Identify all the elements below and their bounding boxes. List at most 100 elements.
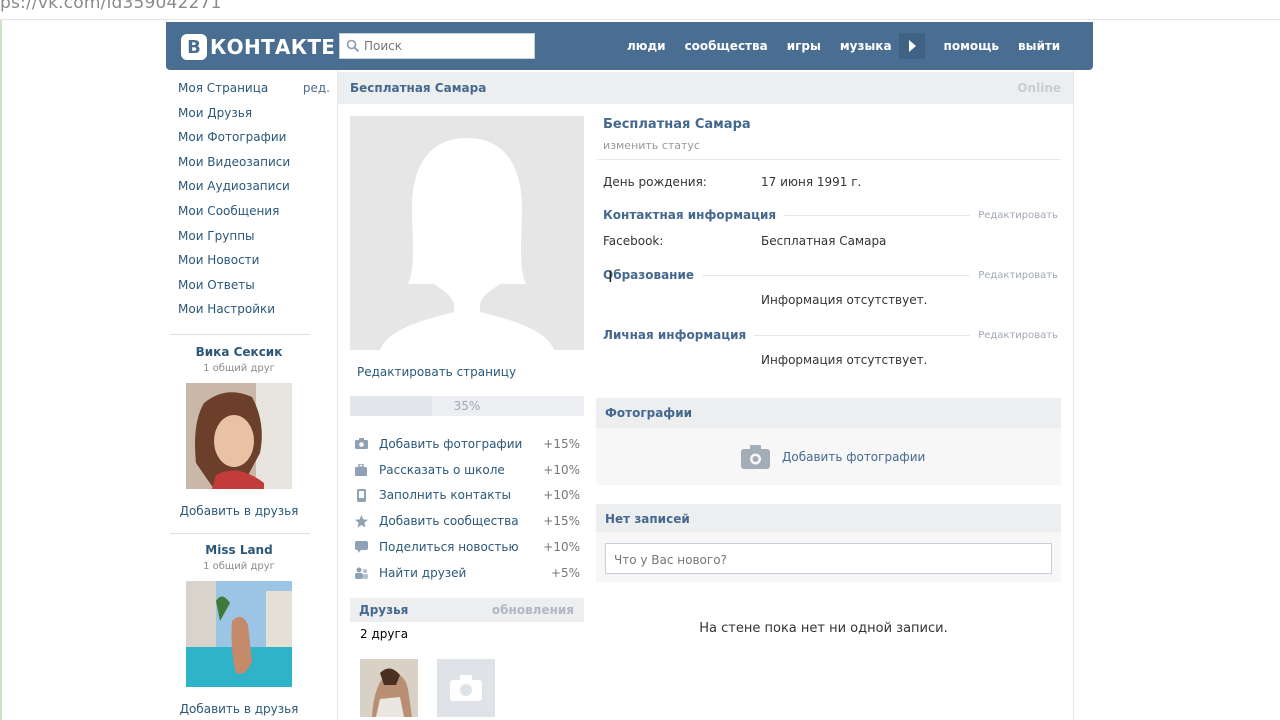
section-line <box>702 274 971 276</box>
top-header: В КОНТАКТЕ люди сообщества игры музыка п… <box>166 22 1093 70</box>
add-friend-link[interactable]: Добавить в друзья <box>178 504 300 518</box>
task-label: Добавить фотографии <box>379 436 523 451</box>
sidebar-item-news[interactable]: Мои Новости <box>170 252 330 277</box>
task-communities[interactable]: Добавить сообщества +15% <box>354 508 580 534</box>
change-status-link[interactable]: изменить статус <box>603 139 700 152</box>
sidebar-item-groups[interactable]: Мои Группы <box>170 228 330 253</box>
nav-communities[interactable]: сообщества <box>685 39 768 53</box>
sidebar-divider <box>170 533 310 534</box>
search-box[interactable] <box>339 33 535 59</box>
task-points: +10% <box>543 462 580 477</box>
progress-label: 35% <box>453 399 481 413</box>
search-icon <box>346 39 360 53</box>
camera-icon <box>450 675 482 701</box>
vk-logo-text: КОНТАКТЕ <box>210 35 336 59</box>
suggestion-common-friends[interactable]: 1 общий друг <box>178 363 300 374</box>
task-add-photos[interactable]: Добавить фотографии +15% <box>354 431 580 457</box>
friends-count[interactable]: 2 друга <box>360 627 408 641</box>
vk-logo[interactable]: В КОНТАКТЕ <box>181 34 335 60</box>
sidebar-item-answers[interactable]: Мои Ответы <box>170 277 330 302</box>
sidebar-divider <box>170 334 310 335</box>
nav-games[interactable]: игры <box>787 39 821 53</box>
education-empty-text: Информация отсутствует. <box>761 293 928 307</box>
contact-section-title: Контактная информация <box>603 208 777 222</box>
nav-help[interactable]: помощь <box>944 39 999 53</box>
suggestion-name[interactable]: Miss Land <box>178 543 300 557</box>
search-input[interactable] <box>364 39 524 53</box>
photos-title[interactable]: Фотографии <box>596 398 1061 428</box>
profile-name: Бесплатная Самара <box>603 117 751 132</box>
education-section-header: Образование Редактировать <box>603 267 1058 283</box>
briefcase-icon <box>354 463 368 477</box>
sidebar-item-messages[interactable]: Мои Сообщения <box>170 203 330 228</box>
suggestion-common-friends[interactable]: 1 общий друг <box>178 561 300 572</box>
add-photos-button[interactable]: Добавить фотографии <box>741 445 925 469</box>
column-divider <box>1073 70 1074 720</box>
people-icon <box>354 566 368 580</box>
music-play-icon[interactable] <box>898 33 925 59</box>
sidebar-item-photos[interactable]: Мои Фотографии <box>170 129 330 154</box>
facebook-row: Facebook: Бесплатная Самара <box>603 234 886 248</box>
task-label: Найти друзей <box>379 565 467 580</box>
birthday-row: День рождения: 17 июня 1991 г. <box>603 175 861 189</box>
friends-header[interactable]: Друзья обновления <box>350 598 584 622</box>
task-contacts[interactable]: Заполнить контакты +10% <box>354 483 580 509</box>
task-label: Заполнить контакты <box>379 488 511 503</box>
nav-music[interactable]: музыка <box>840 39 892 53</box>
photos-block: Фотографии Добавить фотографии <box>596 398 1061 485</box>
task-points: +10% <box>543 488 580 503</box>
education-section-title: Образование <box>603 268 695 282</box>
friend-thumbnail[interactable] <box>360 659 418 717</box>
wall-post-input[interactable]: Что у Вас нового? <box>605 543 1052 574</box>
facebook-value[interactable]: Бесплатная Самара <box>761 234 886 248</box>
personal-empty-text: Информация отсутствует. <box>761 353 928 367</box>
camera-icon <box>741 445 770 469</box>
task-school[interactable]: Рассказать о школе +10% <box>354 457 580 483</box>
task-points: +15% <box>543 514 580 529</box>
page-title: Бесплатная Самара <box>350 81 487 95</box>
sidebar-item-friends[interactable]: Мои Друзья <box>170 105 330 130</box>
friends-updates-link[interactable]: обновления <box>492 603 574 617</box>
sidebar-item-settings[interactable]: Мои Настройки <box>170 301 330 326</box>
task-label: Рассказать о школе <box>379 462 505 477</box>
profile-completion-bar: 35% <box>350 396 584 416</box>
star-icon <box>354 514 368 528</box>
nav-people[interactable]: люди <box>627 39 666 53</box>
add-friend-link[interactable]: Добавить в друзья <box>178 702 300 716</box>
profile-avatar[interactable] <box>350 116 584 350</box>
sidebar-item-my-page[interactable]: Моя Страница ред. <box>170 80 330 105</box>
task-label: Поделиться новостью <box>379 540 519 555</box>
wall-header: Нет записей <box>596 504 1061 532</box>
sidebar-item-videos[interactable]: Мои Видеозаписи <box>170 154 330 179</box>
window-edge <box>0 20 2 720</box>
task-share-news[interactable]: Поделиться новостью +10% <box>354 534 580 560</box>
suggestion-name[interactable]: Вика Сексик <box>178 345 300 359</box>
edit-page-link[interactable]: Редактировать страницу <box>357 365 516 379</box>
contact-edit-link[interactable]: Редактировать <box>978 210 1058 221</box>
phone-icon <box>354 488 368 502</box>
education-edit-link[interactable]: Редактировать <box>978 270 1058 281</box>
sidebar-edit-link[interactable]: ред. <box>303 80 330 97</box>
friend-suggestion: Вика Сексик 1 общий друг Добавить в друз… <box>178 345 300 518</box>
task-points: +5% <box>550 565 580 580</box>
friend-thumbnail-empty[interactable] <box>437 659 495 717</box>
column-divider <box>337 70 338 720</box>
facebook-label: Facebook: <box>603 234 664 248</box>
sidebar-item-audio[interactable]: Мои Аудиозаписи <box>170 178 330 203</box>
default-avatar-icon <box>380 138 554 350</box>
personal-edit-link[interactable]: Редактировать <box>978 330 1058 341</box>
suggestion-photo[interactable] <box>186 383 292 489</box>
wall-empty-text: На стене пока нет ни одной записи. <box>699 621 948 636</box>
browser-url-bar[interactable]: ps://vk.com/id359042271 <box>0 0 1280 20</box>
url-text: ps://vk.com/id359042271 <box>0 0 222 13</box>
task-points: +15% <box>543 436 580 451</box>
suggestion-photo[interactable] <box>186 581 292 687</box>
birthday-value[interactable]: 17 июня 1991 г. <box>761 175 861 189</box>
profile-title-bar: Бесплатная Самара Online <box>338 72 1073 104</box>
nav-logout[interactable]: выйти <box>1018 39 1060 53</box>
profile-tasks: Добавить фотографии +15% Рассказать о шк… <box>354 431 580 586</box>
task-find-friends[interactable]: Найти друзей +5% <box>354 560 580 586</box>
vk-logo-mark: В <box>181 34 207 60</box>
camera-icon <box>354 437 368 451</box>
contact-section-header: Контактная информация Редактировать <box>603 207 1058 223</box>
